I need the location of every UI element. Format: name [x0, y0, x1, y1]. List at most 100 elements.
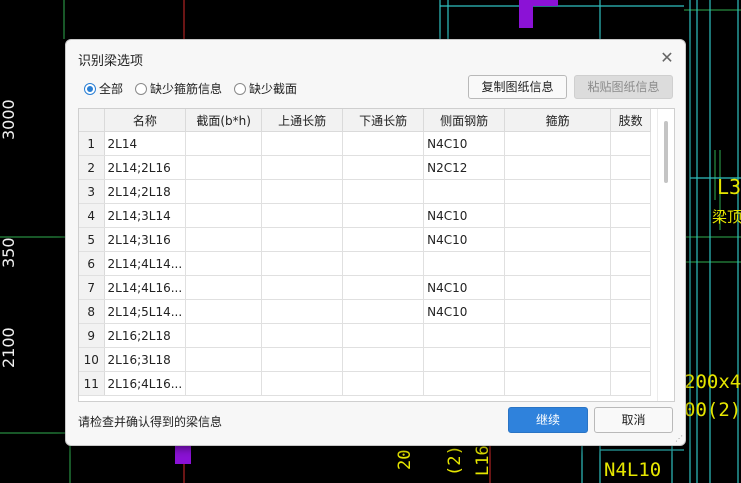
column-header-section[interactable]: 截面(b*h)	[185, 109, 263, 132]
cell-name[interactable]: 2L14;2L16	[104, 155, 187, 180]
radio-unchecked-icon[interactable]	[234, 82, 247, 95]
cell-top-bar[interactable]	[261, 323, 344, 348]
cell-legs[interactable]	[610, 323, 652, 348]
filter-missing-section-radio[interactable]: 缺少截面	[234, 80, 297, 97]
cell-top-bar[interactable]	[261, 299, 344, 324]
cell-side-bar[interactable]	[423, 347, 506, 372]
cell-stirrup[interactable]	[504, 323, 612, 348]
scrollbar-thumb[interactable]	[664, 121, 668, 183]
table-row[interactable]: 5 2L14;3L16 N4C10	[79, 227, 652, 252]
cell-side-bar[interactable]: N4C10	[423, 227, 506, 252]
cell-side-bar[interactable]	[423, 371, 506, 396]
cell-stirrup[interactable]	[504, 203, 612, 228]
close-icon[interactable]: ✕	[657, 48, 677, 68]
table-row[interactable]: 10 2L16;3L18	[79, 347, 652, 372]
cell-name[interactable]: 2L16;2L18	[104, 323, 187, 348]
cell-legs[interactable]	[610, 347, 652, 372]
cell-section[interactable]	[185, 179, 263, 204]
table-row[interactable]: 3 2L14;2L18	[79, 179, 652, 204]
cell-bottom-bar[interactable]	[342, 347, 425, 372]
cell-top-bar[interactable]	[261, 275, 344, 300]
cell-stirrup[interactable]	[504, 155, 612, 180]
table-row[interactable]: 2 2L14;2L16 N2C12	[79, 155, 652, 180]
table-row[interactable]: 9 2L16;2L18	[79, 323, 652, 348]
cell-name[interactable]: 2L14;3L14	[104, 203, 187, 228]
filter-missing-stirrup-radio[interactable]: 缺少箍筋信息	[135, 80, 222, 97]
cell-top-bar[interactable]	[261, 155, 344, 180]
table-row[interactable]: 11 2L16;4L16...	[79, 371, 652, 396]
cell-legs[interactable]	[610, 179, 652, 204]
cell-section[interactable]	[185, 371, 263, 396]
cell-legs[interactable]	[610, 275, 652, 300]
cell-legs[interactable]	[610, 227, 652, 252]
column-header-name[interactable]: 名称	[104, 109, 187, 132]
continue-button[interactable]: 继续	[508, 407, 588, 433]
cell-legs[interactable]	[610, 371, 652, 396]
cell-name[interactable]: 2L14;4L14...	[104, 251, 187, 276]
table-row[interactable]: 4 2L14;3L14 N4C10	[79, 203, 652, 228]
cell-stirrup[interactable]	[504, 227, 612, 252]
table-row[interactable]: 1 2L14 N4C10	[79, 131, 652, 156]
cell-top-bar[interactable]	[261, 203, 344, 228]
cell-top-bar[interactable]	[261, 251, 344, 276]
cell-bottom-bar[interactable]	[342, 251, 425, 276]
radio-checked-icon[interactable]	[84, 82, 96, 95]
cell-bottom-bar[interactable]	[342, 203, 425, 228]
cell-top-bar[interactable]	[261, 131, 344, 156]
cell-stirrup[interactable]	[504, 299, 612, 324]
cell-legs[interactable]	[610, 131, 652, 156]
cell-name[interactable]: 2L14;2L18	[104, 179, 187, 204]
cell-stirrup[interactable]	[504, 275, 612, 300]
cell-top-bar[interactable]	[261, 371, 344, 396]
cell-name[interactable]: 2L16;4L16...	[104, 371, 187, 396]
cell-stirrup[interactable]	[504, 131, 612, 156]
cell-section[interactable]	[185, 347, 263, 372]
column-header-side-bar[interactable]: 侧面钢筋	[423, 109, 506, 132]
cell-name[interactable]: 2L14;4L16...	[104, 275, 187, 300]
cell-side-bar[interactable]: N4C10	[423, 275, 506, 300]
copy-drawing-info-button[interactable]: 复制图纸信息	[468, 75, 567, 99]
cell-section[interactable]	[185, 131, 263, 156]
table-row[interactable]: 8 2L14;5L14... N4C10	[79, 299, 652, 324]
resize-grip-icon[interactable]: ⋰	[675, 435, 683, 443]
cell-side-bar[interactable]: N4C10	[423, 131, 506, 156]
column-header-top-bar[interactable]: 上通长筋	[261, 109, 344, 132]
cell-side-bar[interactable]: N4C10	[423, 299, 506, 324]
column-header-bottom-bar[interactable]: 下通长筋	[342, 109, 425, 132]
cell-side-bar[interactable]: N2C12	[423, 155, 506, 180]
cell-section[interactable]	[185, 227, 263, 252]
cell-bottom-bar[interactable]	[342, 299, 425, 324]
cell-section[interactable]	[185, 299, 263, 324]
cancel-button[interactable]: 取消	[594, 407, 673, 433]
cell-stirrup[interactable]	[504, 179, 612, 204]
cell-side-bar[interactable]	[423, 251, 506, 276]
table-row[interactable]: 6 2L14;4L14...	[79, 251, 652, 276]
table-vertical-scrollbar[interactable]	[657, 109, 674, 401]
cell-side-bar[interactable]: N4C10	[423, 203, 506, 228]
cell-name[interactable]: 2L14;3L16	[104, 227, 187, 252]
column-header-legs[interactable]: 肢数	[610, 109, 652, 132]
cell-section[interactable]	[185, 203, 263, 228]
cell-bottom-bar[interactable]	[342, 179, 425, 204]
cell-name[interactable]: 2L16;3L18	[104, 347, 187, 372]
cell-section[interactable]	[185, 323, 263, 348]
cell-bottom-bar[interactable]	[342, 371, 425, 396]
cell-legs[interactable]	[610, 203, 652, 228]
cell-bottom-bar[interactable]	[342, 227, 425, 252]
cell-stirrup[interactable]	[504, 347, 612, 372]
cell-legs[interactable]	[610, 299, 652, 324]
cell-top-bar[interactable]	[261, 227, 344, 252]
table-row[interactable]: 7 2L14;4L16... N4C10	[79, 275, 652, 300]
cell-legs[interactable]	[610, 251, 652, 276]
cell-section[interactable]	[185, 275, 263, 300]
cell-bottom-bar[interactable]	[342, 155, 425, 180]
cell-side-bar[interactable]	[423, 179, 506, 204]
cell-legs[interactable]	[610, 155, 652, 180]
cell-side-bar[interactable]	[423, 323, 506, 348]
filter-all-radio[interactable]: 全部	[84, 80, 123, 97]
cell-stirrup[interactable]	[504, 251, 612, 276]
cell-top-bar[interactable]	[261, 347, 344, 372]
cell-name[interactable]: 2L14;5L14...	[104, 299, 187, 324]
cell-section[interactable]	[185, 155, 263, 180]
cell-stirrup[interactable]	[504, 371, 612, 396]
